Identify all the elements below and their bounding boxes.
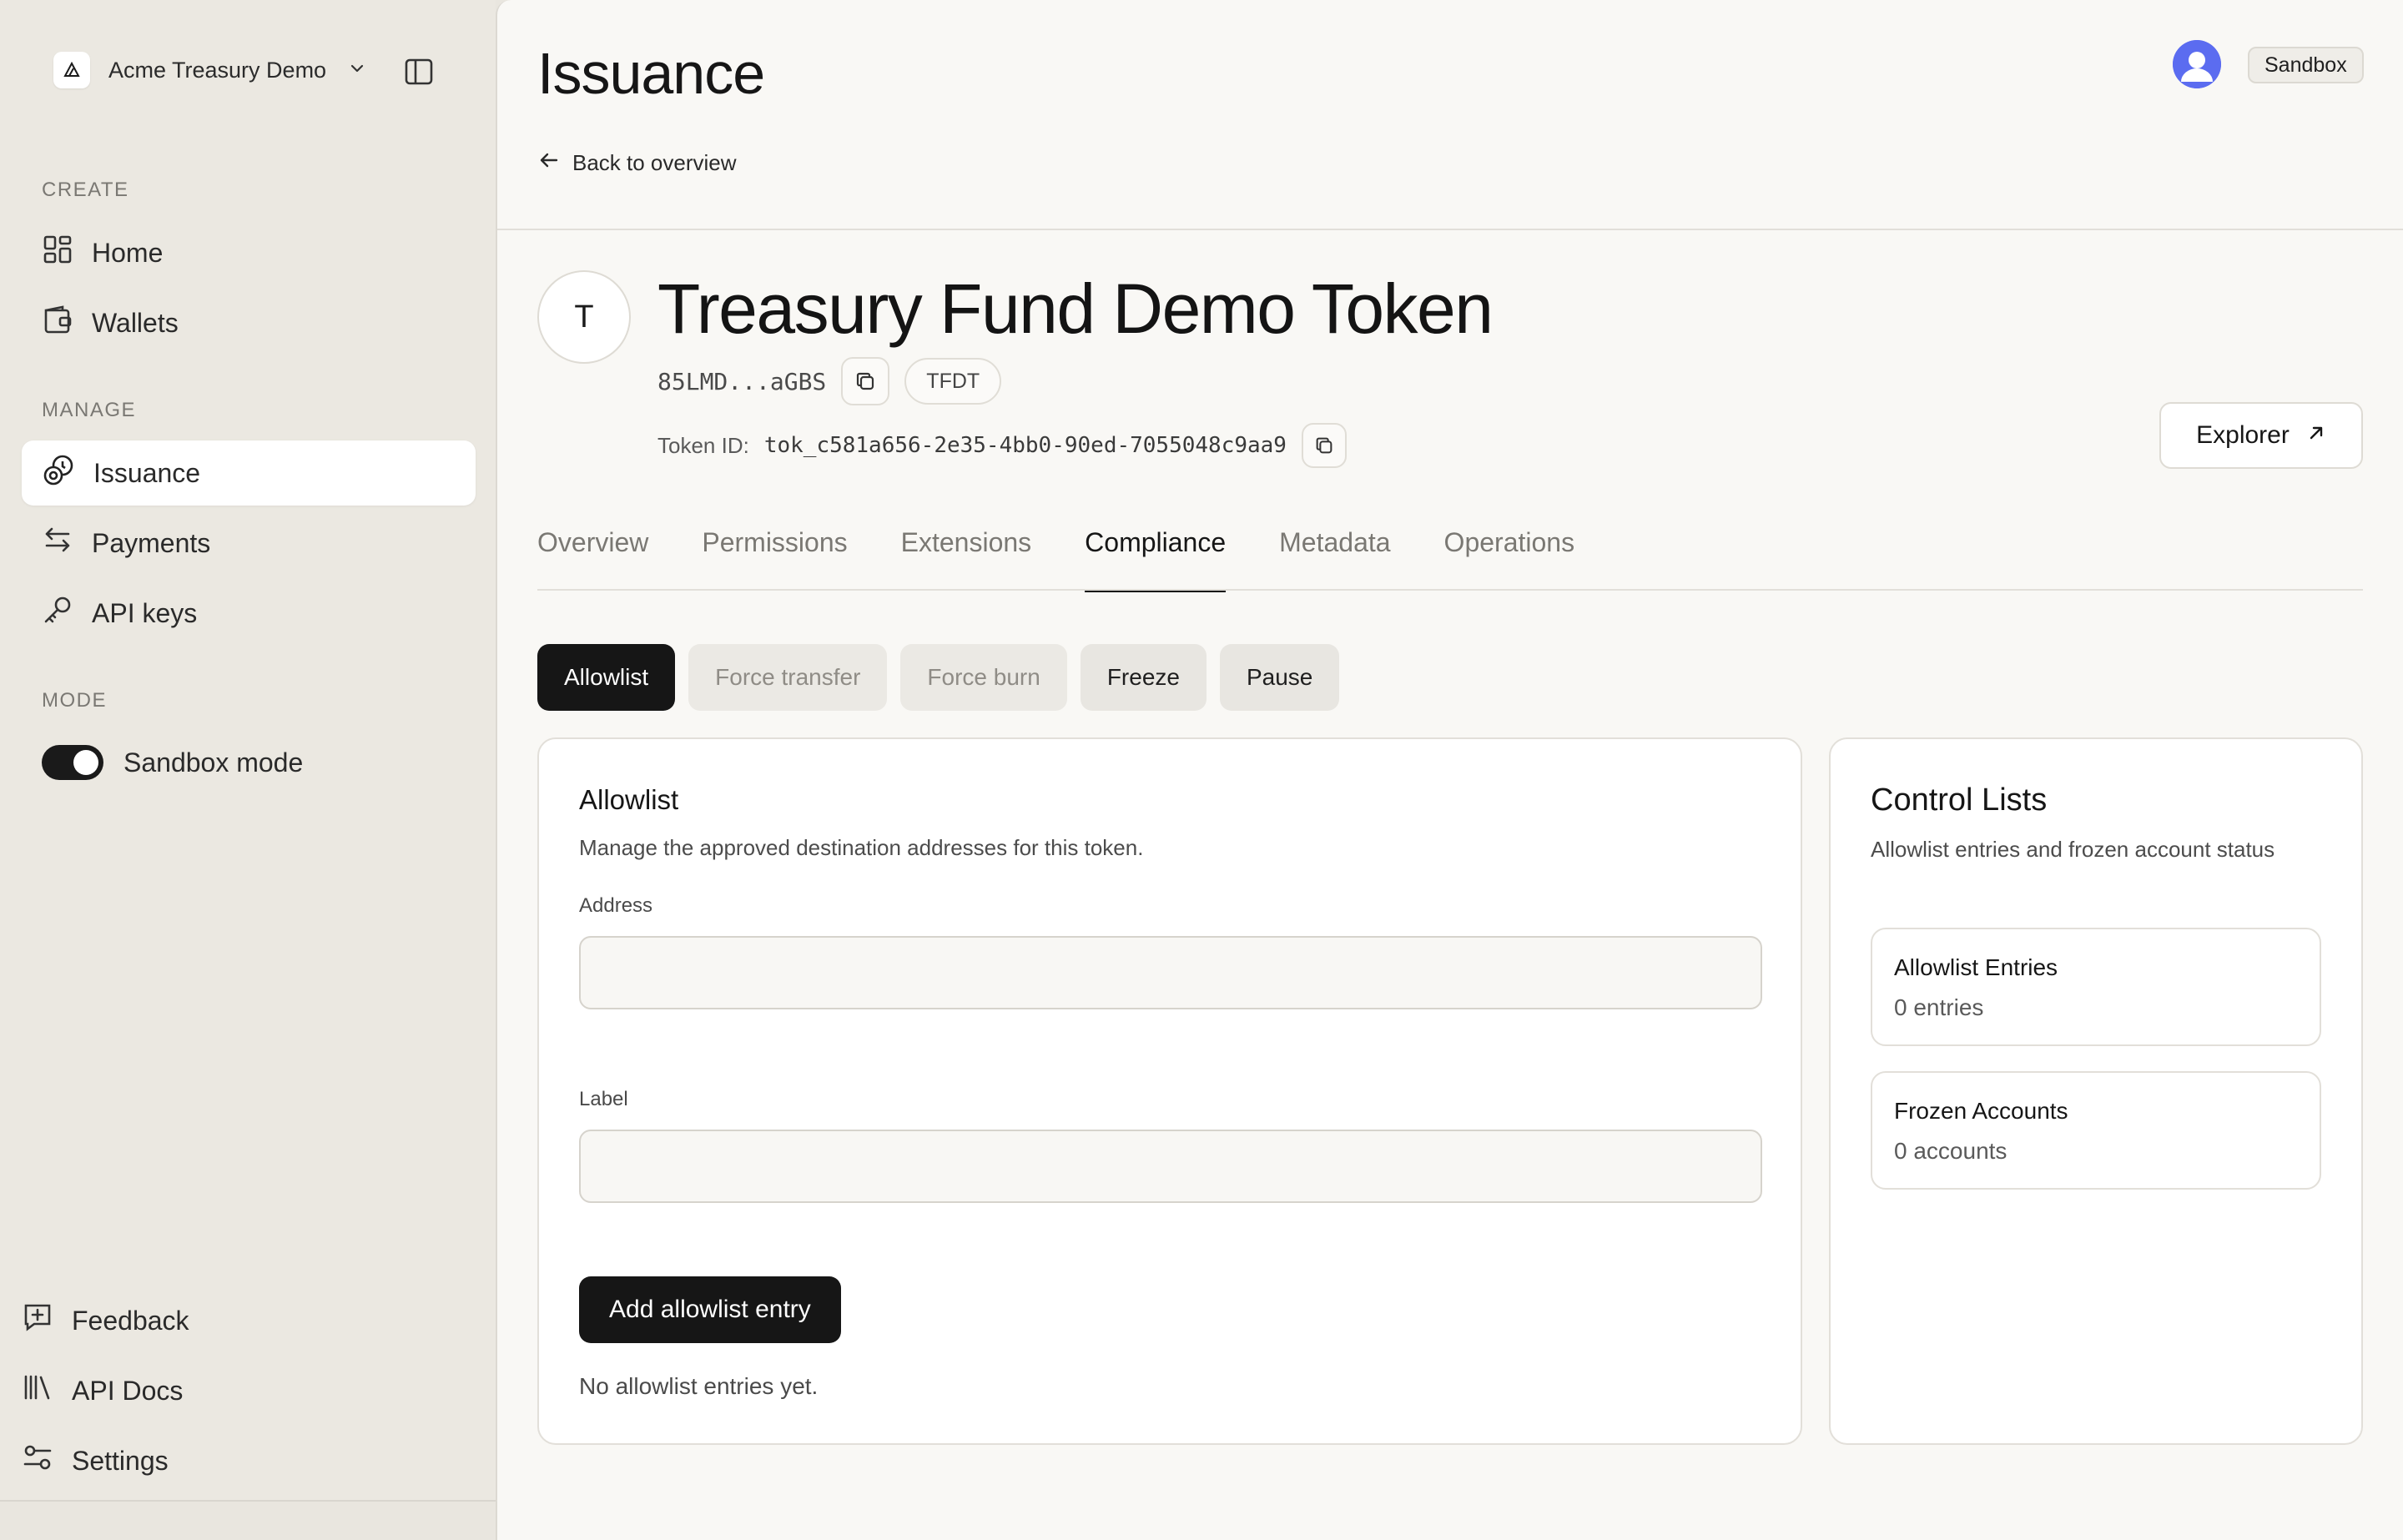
sidebar: Acme Treasury Demo CREATE Home Wallets M… bbox=[0, 0, 496, 1502]
summary-value: 0 entries bbox=[1894, 994, 1984, 1020]
token-tabs: Overview Permissions Extensions Complian… bbox=[537, 517, 1575, 592]
frozen-accounts-summary: Frozen Accounts 0 accounts bbox=[1871, 1071, 2321, 1190]
section-label-create: CREATE bbox=[42, 179, 129, 201]
control-lists-title: Control Lists bbox=[1871, 783, 2048, 818]
token-id-value: tok_c581a656-2e35-4bb0-90ed-7055048c9aa9 bbox=[763, 433, 1287, 458]
org-logo bbox=[53, 52, 90, 88]
chevron-down-icon bbox=[348, 59, 366, 82]
tab-extensions[interactable]: Extensions bbox=[901, 517, 1032, 591]
address-field-label: Address bbox=[579, 894, 653, 917]
environment-badge: Sandbox bbox=[2248, 47, 2364, 83]
sidebar-item-label: Payments bbox=[92, 527, 211, 558]
token-address: 85LMD...aGBS bbox=[657, 367, 827, 395]
address-input[interactable] bbox=[579, 936, 1762, 1009]
sandbox-mode-toggle-row[interactable]: Sandbox mode bbox=[42, 741, 303, 784]
control-lists-description: Allowlist entries and frozen account sta… bbox=[1871, 837, 2275, 862]
org-name: Acme Treasury Demo bbox=[108, 57, 327, 83]
user-avatar[interactable] bbox=[2173, 40, 2221, 88]
sidebar-item-issuance[interactable]: Issuance bbox=[22, 440, 476, 506]
org-switcher[interactable]: Acme Treasury Demo bbox=[53, 50, 366, 90]
subtab-force-burn[interactable]: Force burn bbox=[900, 644, 1067, 711]
add-allowlist-entry-button[interactable]: Add allowlist entry bbox=[579, 1276, 841, 1343]
sidebar-item-label: Feedback bbox=[72, 1305, 189, 1336]
sliders-icon bbox=[22, 1442, 53, 1480]
copy-token-id-button[interactable] bbox=[1301, 423, 1347, 468]
section-label-manage: MANAGE bbox=[42, 399, 137, 421]
tab-metadata[interactable]: Metadata bbox=[1279, 517, 1390, 591]
sidebar-item-payments[interactable]: Payments bbox=[22, 511, 476, 576]
subtab-pause[interactable]: Pause bbox=[1219, 644, 1340, 711]
sidebar-item-label: API Docs bbox=[72, 1375, 184, 1406]
allowlist-empty-state: No allowlist entries yet. bbox=[579, 1373, 819, 1399]
allowlist-description: Manage the approved destination addresse… bbox=[579, 835, 1144, 860]
library-icon bbox=[22, 1371, 53, 1410]
allowlist-title: Allowlist bbox=[579, 784, 679, 815]
back-link-label: Back to overview bbox=[572, 150, 737, 175]
sidebar-item-settings[interactable]: Settings bbox=[22, 1432, 169, 1490]
page-title: Issuance bbox=[537, 41, 765, 106]
transfer-icon bbox=[42, 524, 73, 562]
subtab-freeze[interactable]: Freeze bbox=[1080, 644, 1207, 711]
sidebar-item-home[interactable]: Home bbox=[22, 220, 476, 285]
header-divider bbox=[497, 229, 2403, 230]
copy-icon bbox=[1316, 437, 1332, 454]
coins-icon bbox=[42, 453, 75, 493]
explorer-button[interactable]: Explorer bbox=[2159, 402, 2363, 469]
allowlist-card: Allowlist Manage the approved destinatio… bbox=[537, 737, 1802, 1445]
sidebar-item-api-keys[interactable]: API keys bbox=[22, 581, 476, 646]
token-avatar: T bbox=[537, 270, 631, 364]
tab-operations[interactable]: Operations bbox=[1444, 517, 1575, 591]
external-link-icon bbox=[2306, 421, 2326, 450]
sidebar-item-label: Wallets bbox=[92, 307, 179, 338]
sidebar-item-api-docs[interactable]: API Docs bbox=[22, 1361, 183, 1420]
grid-icon bbox=[42, 234, 73, 272]
arrow-left-icon bbox=[537, 148, 561, 178]
sidebar-item-label: Settings bbox=[72, 1445, 169, 1476]
token-address-row: 85LMD...aGBS TFDT bbox=[657, 355, 1002, 407]
feedback-icon bbox=[22, 1301, 53, 1340]
subtab-allowlist[interactable]: Allowlist bbox=[537, 644, 676, 711]
tab-permissions[interactable]: Permissions bbox=[702, 517, 847, 591]
label-field-label: Label bbox=[579, 1088, 628, 1110]
sandbox-mode-toggle[interactable] bbox=[42, 745, 103, 780]
sidebar-toggle-icon[interactable] bbox=[400, 53, 437, 90]
sidebar-item-label: Issuance bbox=[93, 457, 201, 488]
explorer-label: Explorer bbox=[2196, 421, 2290, 449]
allowlist-entries-summary: Allowlist Entries 0 entries bbox=[1871, 928, 2321, 1046]
sidebar-item-wallets[interactable]: Wallets bbox=[22, 290, 476, 355]
token-id-label: Token ID: bbox=[657, 432, 749, 458]
compliance-subtabs: Allowlist Force transfer Force burn Free… bbox=[537, 644, 1340, 711]
token-ticker-badge: TFDT bbox=[904, 358, 1002, 405]
summary-title: Allowlist Entries bbox=[1894, 954, 2058, 980]
copy-icon bbox=[857, 372, 874, 390]
tab-compliance[interactable]: Compliance bbox=[1085, 517, 1226, 592]
tab-overview[interactable]: Overview bbox=[537, 517, 648, 591]
wallet-icon bbox=[42, 304, 73, 342]
summary-value: 0 accounts bbox=[1894, 1138, 2008, 1164]
token-name: Treasury Fund Demo Token bbox=[657, 269, 1494, 348]
key-icon bbox=[42, 594, 73, 632]
label-input[interactable] bbox=[579, 1130, 1762, 1203]
main-panel: Issuance Back to overview Sandbox T Trea… bbox=[496, 0, 2403, 1540]
subtab-force-transfer[interactable]: Force transfer bbox=[688, 644, 888, 711]
tabs-divider bbox=[537, 589, 2363, 591]
control-lists-card: Control Lists Allowlist entries and froz… bbox=[1829, 737, 2363, 1445]
copy-address-button[interactable] bbox=[841, 357, 890, 405]
sandbox-mode-label: Sandbox mode bbox=[123, 747, 304, 778]
token-id-row: Token ID: tok_c581a656-2e35-4bb0-90ed-70… bbox=[657, 422, 1347, 469]
section-label-mode: MODE bbox=[42, 689, 107, 712]
summary-title: Frozen Accounts bbox=[1894, 1098, 2068, 1124]
sidebar-item-label: Home bbox=[92, 237, 164, 268]
sidebar-item-feedback[interactable]: Feedback bbox=[22, 1291, 189, 1350]
back-to-overview-link[interactable]: Back to overview bbox=[537, 148, 737, 178]
sidebar-item-label: API keys bbox=[92, 597, 198, 628]
